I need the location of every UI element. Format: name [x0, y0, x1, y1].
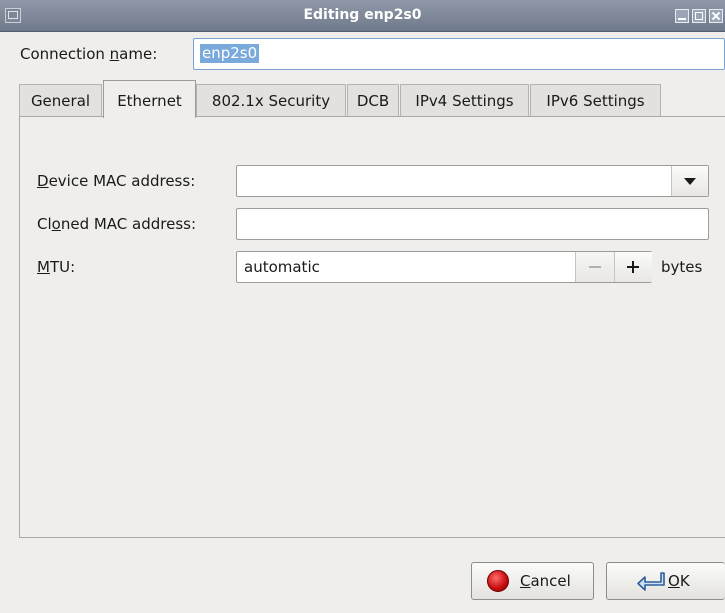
connection-name-label: Connection name:	[20, 45, 158, 63]
minimize-button[interactable]	[675, 9, 689, 23]
maximize-button[interactable]	[692, 9, 706, 23]
ok-button-label: OK	[668, 572, 690, 590]
connection-name-value: enp2s0	[200, 44, 260, 63]
tab-general[interactable]: General	[19, 84, 102, 117]
mtu-increment-button[interactable]	[614, 252, 652, 282]
device-mac-combobox[interactable]	[236, 165, 709, 197]
device-mac-label: Device MAC address:	[37, 172, 196, 190]
window-title: Editing enp2s0	[303, 7, 422, 23]
mtu-value[interactable]: automatic	[244, 258, 320, 276]
title-bar[interactable]: Editing enp2s0	[0, 0, 725, 32]
mtu-spinbutton[interactable]: automatic	[236, 251, 652, 283]
mtu-unit-label: bytes	[661, 258, 703, 276]
tab-ipv4-settings[interactable]: IPv4 Settings	[400, 84, 529, 117]
mtu-decrement-button[interactable]	[575, 252, 614, 282]
cancel-button-label: Cancel	[520, 572, 571, 590]
tab-ethernet[interactable]: Ethernet	[103, 80, 196, 118]
chevron-down-icon[interactable]	[671, 166, 708, 196]
ok-button[interactable]: OK	[606, 562, 725, 600]
mtu-label: MTU:	[37, 258, 76, 276]
tab-8021x-security[interactable]: 802.1x Security	[196, 84, 346, 117]
cloned-mac-input[interactable]	[236, 208, 709, 240]
stop-icon	[487, 570, 509, 592]
return-arrow-icon	[637, 572, 665, 591]
tab-ipv6-settings[interactable]: IPv6 Settings	[530, 84, 661, 117]
cloned-mac-label: Cloned MAC address:	[37, 215, 197, 233]
connection-name-input[interactable]: enp2s0	[193, 38, 725, 70]
connection-editor-window: Editing enp2s0 Connection name: enp2s0 G…	[0, 0, 725, 613]
tab-dcb[interactable]: DCB	[347, 84, 399, 117]
cancel-button[interactable]: Cancel	[471, 562, 594, 600]
close-button[interactable]	[709, 9, 723, 23]
